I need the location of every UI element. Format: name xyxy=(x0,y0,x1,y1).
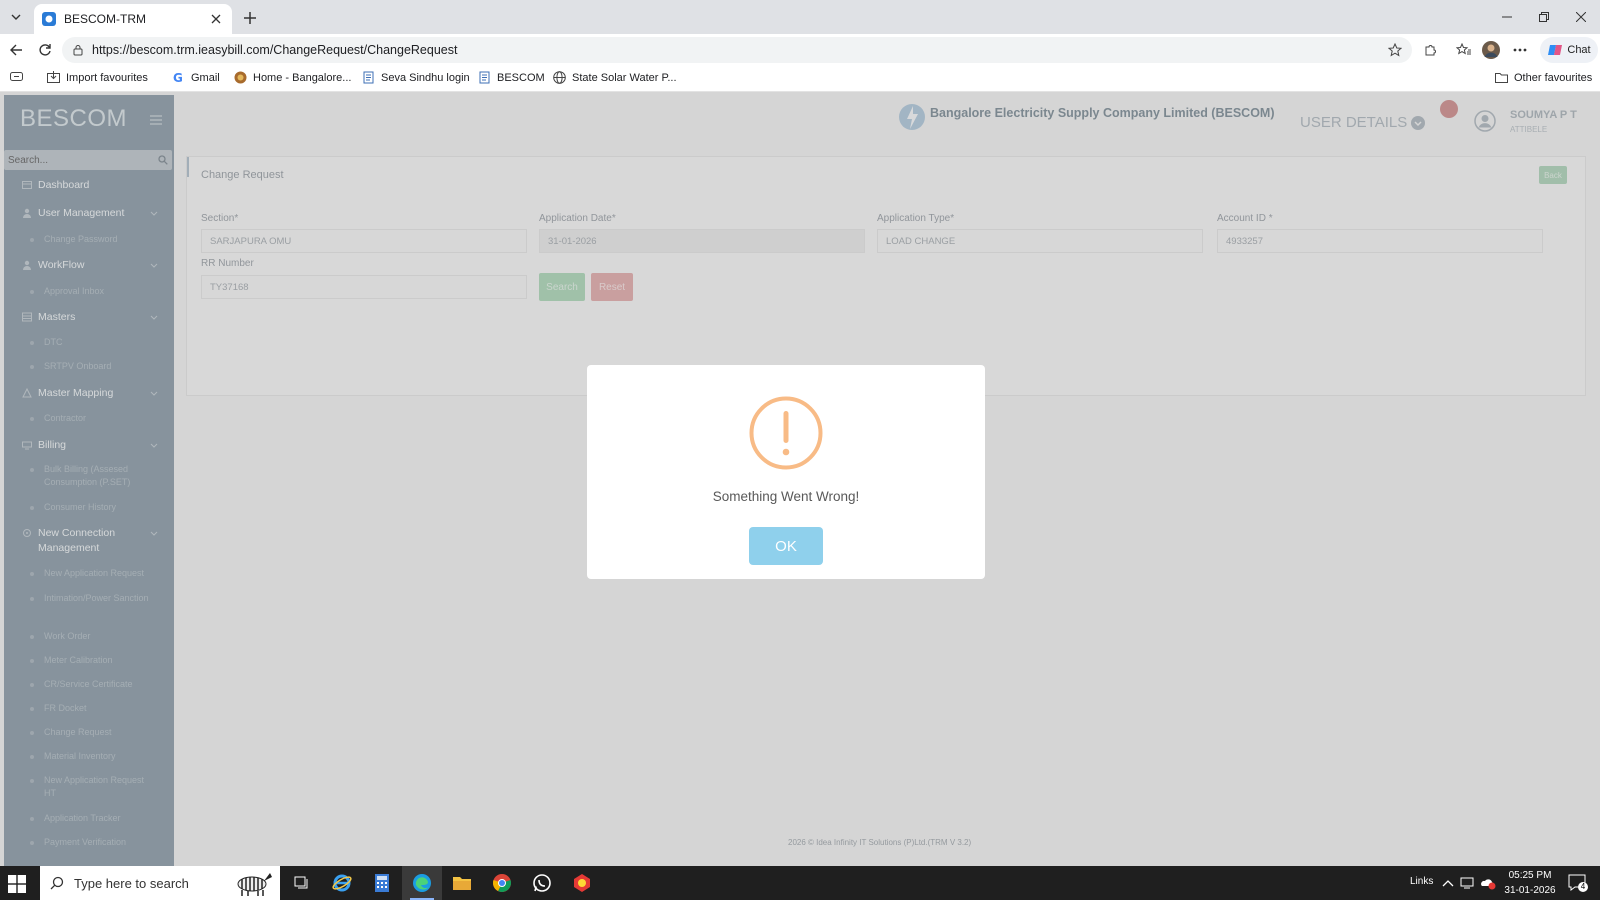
app-badge-icon xyxy=(574,874,590,892)
document-icon xyxy=(479,71,490,84)
folder-icon xyxy=(1495,73,1508,83)
calculator-icon xyxy=(375,874,389,892)
svg-text:G: G xyxy=(173,71,183,84)
new-tab-button[interactable] xyxy=(238,6,262,30)
clock-date: 31-01-2026 xyxy=(1504,885,1556,896)
bookmark-bescom[interactable]: BESCOM xyxy=(478,71,545,84)
browser-tab-bar: BESCOM-TRM xyxy=(0,0,1600,34)
favourites-icon xyxy=(1456,43,1471,55)
bookmark-import-favourites[interactable]: Import favourites xyxy=(47,71,148,84)
tab-title: BESCOM-TRM xyxy=(64,12,146,26)
links-toolbar[interactable]: Links xyxy=(1410,876,1433,887)
taskbar-search[interactable]: Type here to search xyxy=(40,866,280,900)
bookmark-seva-sindhu[interactable]: Seva Sindhu login xyxy=(362,71,470,84)
bescom-favicon-icon xyxy=(42,12,56,26)
restore-icon xyxy=(1538,12,1549,22)
tab-list-button[interactable] xyxy=(4,5,28,29)
edge-browser-app[interactable] xyxy=(402,866,442,900)
whatsapp-icon xyxy=(533,874,551,892)
windows-taskbar: Type here to search Links 05:25 PM 31-01… xyxy=(0,866,1600,900)
whatsapp-app[interactable] xyxy=(522,866,562,900)
google-icon: G xyxy=(173,71,183,84)
back-button[interactable] xyxy=(4,38,28,62)
minimize-button[interactable] xyxy=(1488,0,1525,34)
notification-count: 4 xyxy=(1578,882,1588,892)
bookmark-home-bangalore[interactable]: Home - Bangalore... xyxy=(234,71,351,84)
clock-time: 05:25 PM xyxy=(1508,870,1552,881)
favourites-button[interactable] xyxy=(1452,38,1476,62)
copilot-icon xyxy=(1548,45,1563,55)
import-icon xyxy=(47,71,60,83)
zebra-illustration-icon xyxy=(237,873,272,896)
arrow-left-icon xyxy=(10,44,22,56)
internet-explorer-app[interactable] xyxy=(322,866,362,900)
internet-explorer-icon xyxy=(332,874,352,892)
plus-icon xyxy=(244,12,256,24)
profile-button[interactable] xyxy=(1479,38,1503,62)
close-icon xyxy=(1575,12,1586,22)
settings-more-button[interactable] xyxy=(1508,38,1532,62)
reload-icon xyxy=(39,44,51,56)
file-explorer-app[interactable] xyxy=(442,866,482,900)
close-tab-icon[interactable] xyxy=(208,11,224,27)
bookmark-gmail[interactable]: G Gmail xyxy=(172,71,220,84)
star-icon[interactable] xyxy=(1388,43,1402,57)
restore-button[interactable] xyxy=(1525,0,1562,34)
close-window-button[interactable] xyxy=(1562,0,1599,34)
document-icon xyxy=(363,71,374,84)
reload-button[interactable] xyxy=(33,38,57,62)
warning-icon xyxy=(749,396,823,470)
calculator-app[interactable] xyxy=(362,866,402,900)
extensions-button[interactable] xyxy=(1418,38,1442,62)
network-icon[interactable] xyxy=(1460,877,1474,889)
copilot-chat-button[interactable]: Chat xyxy=(1540,37,1598,63)
chevron-down-icon xyxy=(11,14,21,20)
url-text[interactable]: https://bescom.trm.ieasybill.com/ChangeR… xyxy=(92,43,1388,57)
browser-toolbar: https://bescom.trm.ieasybill.com/ChangeR… xyxy=(0,34,1600,66)
emblem-icon xyxy=(234,71,247,84)
taskbar-search-placeholder: Type here to search xyxy=(74,875,189,891)
search-icon xyxy=(50,876,64,890)
globe-icon xyxy=(553,71,566,84)
minimize-icon xyxy=(1501,16,1512,18)
browser-tab[interactable]: BESCOM-TRM xyxy=(34,4,232,34)
error-dialog: Something Went Wrong! OK xyxy=(587,365,985,579)
task-view-button[interactable] xyxy=(282,866,322,900)
chat-label: Chat xyxy=(1567,44,1591,56)
windows-start-icon[interactable] xyxy=(8,875,26,893)
profile-avatar-icon xyxy=(1482,41,1500,59)
dialog-message: Something Went Wrong! xyxy=(712,489,860,504)
bookmarks-bar: Import favourites G Gmail Home - Bangalo… xyxy=(0,66,1600,92)
sidebar-toggle-icon[interactable] xyxy=(10,71,23,82)
ok-button[interactable]: OK xyxy=(749,527,823,565)
address-bar[interactable]: https://bescom.trm.ieasybill.com/ChangeR… xyxy=(62,37,1412,63)
task-view-icon xyxy=(294,876,308,889)
folder-icon xyxy=(453,877,471,890)
bookmark-state-solar[interactable]: State Solar Water P... xyxy=(553,71,677,84)
more-dots-icon xyxy=(1513,48,1527,52)
bookmark-other-favourites[interactable]: Other favourites xyxy=(1495,71,1592,84)
app-shortcut[interactable] xyxy=(562,866,602,900)
extensions-icon xyxy=(1425,45,1436,56)
onedrive-error-icon[interactable] xyxy=(1480,876,1496,890)
system-clock[interactable]: 05:25 PM 31-01-2026 xyxy=(1498,868,1562,898)
chrome-icon xyxy=(493,874,511,892)
site-info-icon[interactable] xyxy=(72,44,84,56)
chevron-up-icon[interactable] xyxy=(1442,878,1454,888)
notification-center-button[interactable]: 4 xyxy=(1568,874,1588,892)
edge-icon xyxy=(413,874,431,892)
chrome-app[interactable] xyxy=(482,866,522,900)
